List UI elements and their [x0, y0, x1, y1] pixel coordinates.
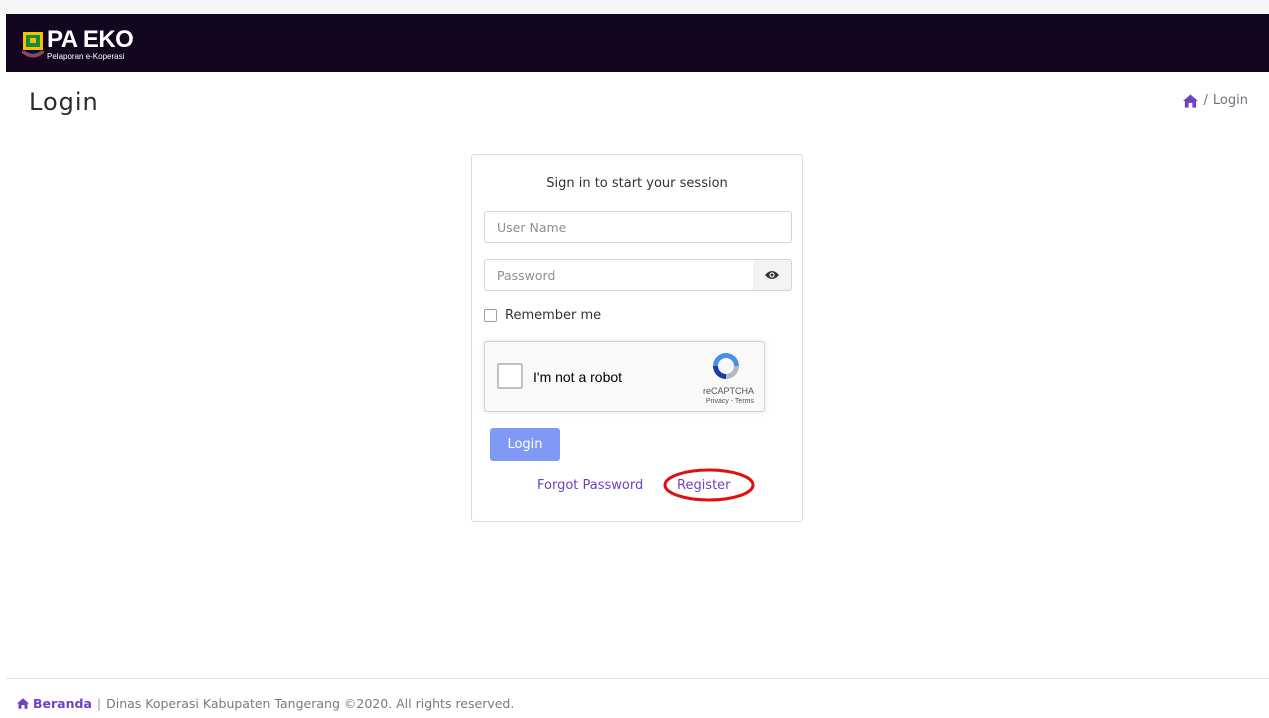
login-card: Sign in to start your session Remember m…: [471, 154, 803, 522]
home-icon[interactable]: [1182, 93, 1198, 108]
remember-me: Remember me: [484, 308, 601, 323]
recaptcha-terms[interactable]: Privacy - Terms: [706, 398, 754, 405]
login-message: Sign in to start your session: [546, 176, 728, 191]
footer-divider: [6, 678, 1269, 679]
username-input[interactable]: [484, 211, 792, 243]
emblem-icon: [22, 32, 44, 58]
remember-me-checkbox[interactable]: [484, 309, 497, 322]
breadcrumb-current: Login: [1212, 93, 1248, 108]
breadcrumb-separator: /: [1203, 93, 1208, 108]
brand-logo[interactable]: PA EKO Pelaporan e-Koperasi: [22, 24, 134, 64]
recaptcha-brand: reCAPTCHA: [702, 386, 754, 396]
remember-me-label[interactable]: Remember me: [505, 308, 601, 323]
forgot-password-link[interactable]: Forgot Password: [537, 478, 643, 493]
browser-top-strip: [0, 0, 1269, 14]
login-button[interactable]: Login: [490, 428, 560, 461]
password-input[interactable]: [484, 259, 754, 291]
footer-separator: |: [96, 696, 102, 711]
footer-home-link[interactable]: Beranda: [33, 696, 92, 711]
footer-copyright: Dinas Koperasi Kabupaten Tangerang ©2020…: [106, 696, 515, 711]
breadcrumb: / Login: [1182, 93, 1248, 108]
brand-subtitle: Pelaporan e-Koperasi: [47, 51, 125, 61]
page-title: Login: [29, 88, 99, 116]
register-link[interactable]: Register: [677, 478, 731, 493]
recaptcha-checkbox[interactable]: [497, 363, 523, 389]
home-icon: [17, 698, 29, 709]
top-navbar: PA EKO Pelaporan e-Koperasi: [6, 14, 1269, 72]
footer: Beranda | Dinas Koperasi Kabupaten Tange…: [17, 696, 514, 711]
eye-icon: [765, 271, 779, 279]
recaptcha-widget: I'm not a robot reCAPTCHA Privacy - Term…: [484, 341, 765, 412]
show-password-button[interactable]: [753, 259, 792, 291]
brand-title: PA EKO: [47, 25, 134, 53]
recaptcha-logo-icon: [713, 353, 739, 379]
recaptcha-label: I'm not a robot: [533, 369, 623, 385]
